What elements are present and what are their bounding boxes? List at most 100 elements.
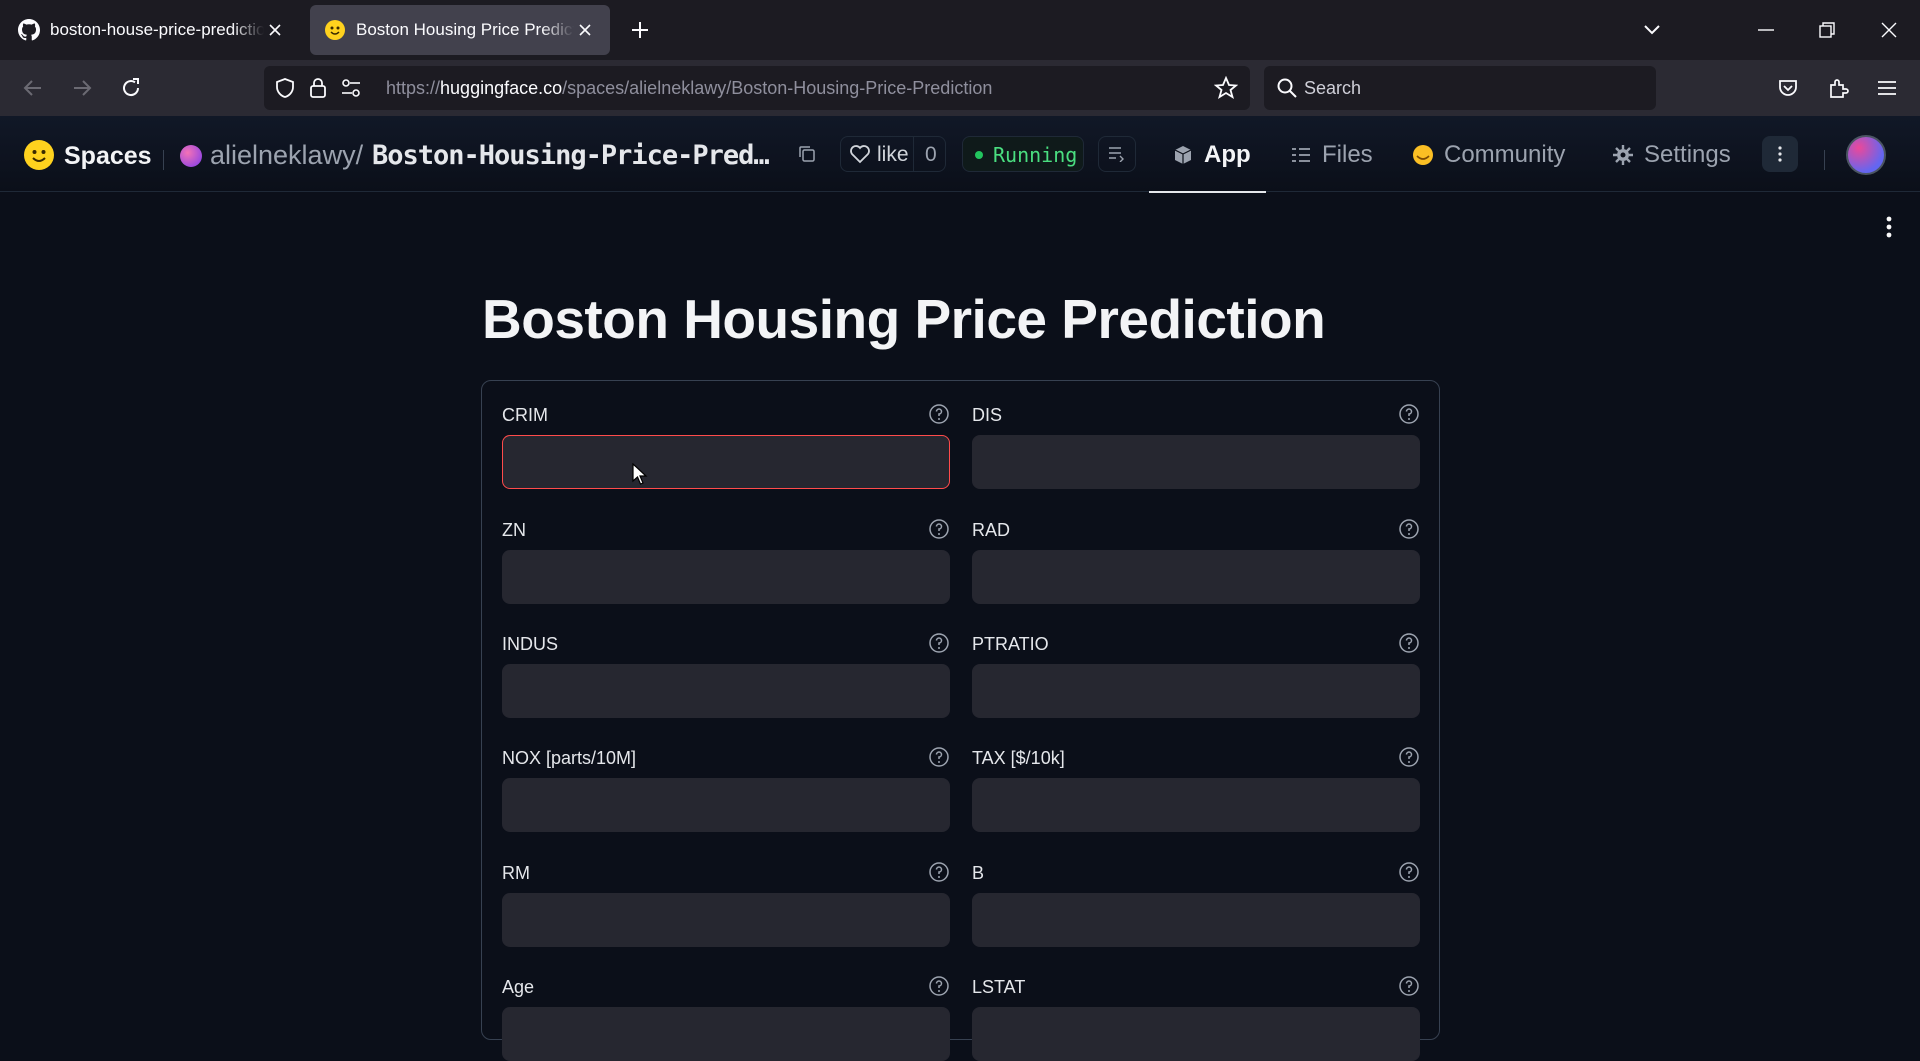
b-input[interactable] — [972, 893, 1420, 947]
huggingface-icon — [325, 20, 345, 40]
back-arrow-icon[interactable] — [19, 74, 47, 102]
help-icon[interactable] — [928, 632, 950, 654]
url-text[interactable]: https://huggingface.co/spaces/alielnekla… — [386, 78, 992, 99]
url-host: huggingface.co — [440, 78, 563, 98]
browser-tab-huggingface[interactable]: Boston Housing Price Prediction — [310, 5, 610, 55]
vertical-ellipsis-icon — [1778, 146, 1782, 162]
help-icon[interactable] — [928, 975, 950, 997]
tab-app[interactable]: App — [1172, 140, 1251, 170]
zn-input[interactable] — [502, 550, 950, 604]
tab-files[interactable]: Files — [1290, 140, 1373, 170]
minimize-icon[interactable] — [1752, 16, 1780, 44]
lock-icon[interactable] — [308, 77, 328, 99]
help-icon[interactable] — [1398, 632, 1420, 654]
indus-input[interactable] — [502, 664, 950, 718]
lstat-input[interactable] — [972, 1007, 1420, 1061]
files-icon — [1292, 148, 1310, 162]
help-icon[interactable] — [928, 746, 950, 768]
divider — [1824, 150, 1825, 170]
app-menu-ellipsis-icon[interactable] — [1886, 215, 1892, 239]
permissions-icon[interactable] — [340, 78, 362, 98]
pocket-icon[interactable] — [1774, 74, 1802, 102]
hf-space-header: Spaces alielneklawy/ Boston-Housing-Pric… — [0, 116, 1920, 193]
more-options-button[interactable] — [1762, 136, 1798, 172]
owner-avatar[interactable] — [180, 145, 202, 167]
browser-tab-bar: boston-house-price-prediction/r Boston H… — [0, 0, 1920, 60]
help-icon[interactable] — [928, 861, 950, 883]
tab-community-label: Community — [1444, 141, 1566, 168]
browser-tab-github[interactable]: boston-house-price-prediction/r — [4, 5, 300, 55]
extensions-icon[interactable] — [1824, 74, 1852, 102]
field-label: PTRATIO — [972, 634, 1049, 654]
heart-icon — [850, 145, 870, 164]
search-placeholder: Search — [1304, 78, 1362, 98]
logs-button[interactable] — [1098, 136, 1136, 172]
reload-icon[interactable] — [117, 74, 145, 102]
tax-input[interactable] — [972, 778, 1420, 832]
like-label: like — [877, 143, 909, 166]
help-icon[interactable] — [1398, 975, 1420, 997]
status-dot — [975, 151, 983, 159]
tab-community[interactable]: Community — [1412, 140, 1565, 170]
tab-title: Boston Housing Price Prediction — [356, 20, 574, 39]
url-bar[interactable]: https://huggingface.co/spaces/alielnekla… — [264, 66, 1250, 110]
divider — [163, 150, 164, 170]
help-icon[interactable] — [1398, 746, 1420, 768]
status-badge[interactable]: Running — [962, 136, 1084, 172]
input-form: CRIM DIS ZN RAD INDUS PTRATIO NOX [parts… — [481, 380, 1440, 1061]
app-content: Boston Housing Price Prediction CRIM DIS… — [0, 193, 1920, 1061]
owner-name: alielneklawy — [210, 140, 356, 170]
browser-nav-bar: https://huggingface.co/spaces/alielnekla… — [0, 60, 1920, 116]
help-icon[interactable] — [1398, 861, 1420, 883]
tab-settings[interactable]: Settings — [1612, 140, 1731, 170]
help-icon[interactable] — [928, 403, 950, 425]
crim-input[interactable] — [502, 435, 950, 489]
user-avatar[interactable] — [1846, 135, 1886, 175]
copy-icon[interactable] — [797, 144, 821, 168]
search-bar[interactable]: Search — [1264, 66, 1656, 110]
window-close-icon[interactable] — [1875, 16, 1903, 44]
tab-app-label: App — [1204, 141, 1251, 168]
like-button[interactable]: like 0 — [840, 136, 946, 172]
tab-list-chevron-down-icon[interactable] — [1638, 16, 1666, 44]
help-icon[interactable] — [1398, 403, 1420, 425]
ptratio-input[interactable] — [972, 664, 1420, 718]
path-slash: / — [355, 140, 364, 170]
field-label: DIS — [972, 405, 1003, 425]
nox-input[interactable] — [502, 778, 950, 832]
restore-icon[interactable] — [1813, 16, 1841, 44]
field-label: INDUS — [502, 634, 559, 654]
field-label: RAD — [972, 520, 1011, 540]
huggingface-logo-icon[interactable] — [24, 140, 54, 170]
url-prefix: https:// — [386, 78, 441, 98]
field-label: LSTAT — [972, 977, 1026, 997]
close-icon[interactable] — [264, 19, 286, 41]
repo-name-link[interactable]: Boston-Housing-Price-Pred… — [372, 140, 770, 171]
field-label: CRIM — [502, 405, 548, 425]
new-tab-icon[interactable] — [628, 18, 652, 42]
field-label: Age — [502, 977, 535, 997]
like-count[interactable]: 0 — [925, 143, 937, 167]
close-icon[interactable] — [574, 19, 596, 41]
rad-input[interactable] — [972, 550, 1420, 604]
page-title: Boston Housing Price Prediction — [482, 288, 1326, 350]
github-icon — [18, 19, 40, 41]
rm-input[interactable] — [502, 893, 950, 947]
mouse-cursor-icon — [632, 463, 648, 485]
shield-icon[interactable] — [274, 77, 296, 99]
owner-link[interactable]: alielneklawy/ — [210, 140, 363, 171]
help-icon[interactable] — [1398, 518, 1420, 540]
forward-arrow-icon[interactable] — [68, 74, 96, 102]
tab-settings-label: Settings — [1644, 141, 1731, 168]
logs-icon — [1109, 147, 1124, 162]
spaces-link[interactable]: Spaces — [64, 142, 152, 171]
age-input[interactable] — [502, 1007, 950, 1061]
dis-input[interactable] — [972, 435, 1420, 489]
hamburger-menu-icon[interactable] — [1873, 74, 1901, 102]
field-label: ZN — [502, 520, 526, 540]
search-icon — [1277, 78, 1297, 98]
gear-icon — [1613, 145, 1633, 165]
url-path: /spaces/alielneklawy/Boston-Housing-Pric… — [562, 78, 993, 98]
bookmark-star-icon[interactable] — [1214, 76, 1238, 100]
help-icon[interactable] — [928, 518, 950, 540]
